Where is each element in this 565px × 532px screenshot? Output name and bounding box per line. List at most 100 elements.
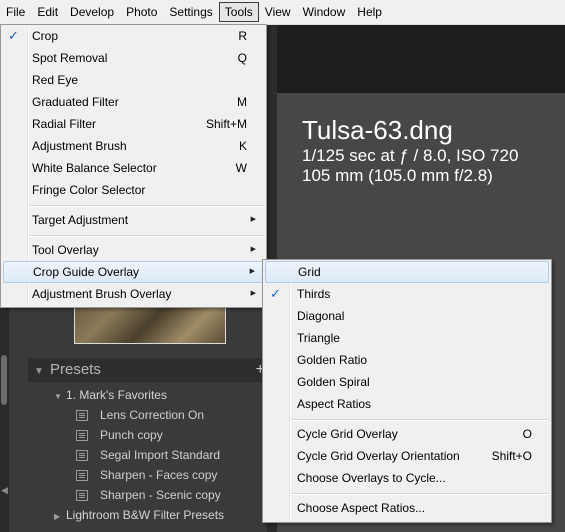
preset-label: Punch copy: [100, 428, 163, 442]
submenu-item-choose-aspect-ratios[interactable]: Choose Aspect Ratios...: [265, 497, 549, 519]
presets-expand-icon: ▼: [34, 366, 44, 377]
menu-separator: [291, 493, 549, 495]
preset-item[interactable]: Sharpen - Scenic copy: [28, 485, 267, 505]
menu-item-adjustment-brush[interactable]: Adjustment Brush K: [3, 135, 264, 157]
menu-item-shortcut: R: [238, 29, 247, 43]
menu-item-label: Thirds: [297, 287, 331, 301]
menu-item-shortcut: Shift+O: [491, 449, 532, 463]
menu-item-label: Cycle Grid Overlay Orientation: [297, 449, 460, 463]
preset-doc-icon: [76, 450, 88, 462]
preset-folder[interactable]: ▼ 1. Mark's Favorites: [28, 385, 267, 405]
submenu-item-choose-overlays-to-cycle[interactable]: Choose Overlays to Cycle...: [265, 467, 549, 489]
menu-window[interactable]: Window: [297, 2, 352, 22]
preset-folder-label: 1. Mark's Favorites: [66, 388, 167, 402]
menu-item-label: Golden Ratio: [297, 353, 368, 367]
preset-label: Segal Import Standard: [100, 448, 221, 462]
menu-item-label: Triangle: [297, 331, 340, 345]
submenu-arrow-icon: ▶: [249, 268, 255, 275]
menu-item-label: Adjustment Brush Overlay: [32, 287, 172, 301]
menu-item-label: Spot Removal: [32, 51, 108, 65]
menu-item-target-adjustment[interactable]: Target Adjustment ▶: [3, 209, 264, 231]
menu-item-label: Choose Aspect Ratios...: [297, 501, 426, 515]
menu-separator: [29, 235, 264, 237]
submenu-item-triangle[interactable]: Triangle: [265, 327, 549, 349]
menu-separator: [29, 205, 264, 207]
menu-separator: [291, 419, 549, 421]
menu-item-tool-overlay[interactable]: Tool Overlay ▶: [3, 239, 264, 261]
submenu-item-diagonal[interactable]: Diagonal: [265, 305, 549, 327]
menu-item-graduated-filter[interactable]: Graduated Filter M: [3, 91, 264, 113]
submenu-item-thirds[interactable]: ✓ Thirds: [265, 283, 549, 305]
menu-item-label: Graduated Filter: [32, 95, 119, 109]
check-icon: ✓: [270, 286, 281, 301]
submenu-item-golden-ratio[interactable]: Golden Ratio: [265, 349, 549, 371]
preset-item[interactable]: Lens Correction On: [28, 405, 267, 425]
preset-doc-icon: [76, 430, 88, 442]
submenu-item-grid[interactable]: Grid: [265, 261, 549, 283]
presets-panel-header[interactable]: ▼ Presets +: [28, 358, 267, 382]
menu-item-label: Fringe Color Selector: [32, 183, 146, 197]
preset-item[interactable]: Punch copy: [28, 425, 267, 445]
menu-file[interactable]: File: [0, 2, 31, 22]
menu-item-label: Grid: [298, 265, 321, 279]
preset-item[interactable]: Sharpen - Faces copy: [28, 465, 267, 485]
submenu-item-cycle-grid-overlay[interactable]: Cycle Grid Overlay O: [265, 423, 549, 445]
preset-folder-label: Lightroom B&W Filter Presets: [66, 508, 225, 522]
menu-edit[interactable]: Edit: [31, 2, 64, 22]
menu-item-radial-filter[interactable]: Radial Filter Shift+M: [3, 113, 264, 135]
preset-label: Lens Correction On: [100, 408, 205, 422]
menu-item-white-balance-selector[interactable]: White Balance Selector W: [3, 157, 264, 179]
navigator-thumbnail[interactable]: [74, 302, 226, 344]
menu-item-crop[interactable]: ✓ Crop R: [3, 25, 264, 47]
menu-item-label: Diagonal: [297, 309, 345, 323]
preset-item[interactable]: Segal Import Standard: [28, 445, 267, 465]
menu-item-label: Red Eye: [32, 73, 79, 87]
menu-item-label: Adjustment Brush: [32, 139, 127, 153]
menu-item-label: Cycle Grid Overlay: [297, 427, 398, 441]
menu-item-label: Golden Spiral: [297, 375, 370, 389]
menu-item-label: Tool Overlay: [32, 243, 99, 257]
menu-photo[interactable]: Photo: [120, 2, 163, 22]
photo-info-overlay: Tulsa-63.dng 1/125 sec at ƒ / 8.0, ISO 7…: [302, 114, 518, 186]
panel-collapse-icon[interactable]: ◀: [1, 485, 8, 496]
presets-title: Presets: [50, 361, 101, 378]
menu-develop[interactable]: Develop: [64, 2, 120, 22]
submenu-item-aspect-ratios[interactable]: Aspect Ratios: [265, 393, 549, 415]
photo-filename: Tulsa-63.dng: [302, 115, 453, 145]
submenu-arrow-icon: ▶: [250, 246, 256, 253]
preset-doc-icon: [76, 410, 88, 422]
menu-item-adjustment-brush-overlay[interactable]: Adjustment Brush Overlay ▶: [3, 283, 264, 305]
preset-label: Sharpen - Scenic copy: [100, 488, 221, 502]
menu-item-shortcut: O: [522, 427, 532, 441]
menu-item-label: Radial Filter: [32, 117, 97, 131]
submenu-item-golden-spiral[interactable]: Golden Spiral: [265, 371, 549, 393]
menu-item-label: Choose Overlays to Cycle...: [297, 471, 446, 485]
menu-view[interactable]: View: [259, 2, 297, 22]
folder-expanded-icon: ▼: [54, 392, 62, 401]
menu-item-label: Aspect Ratios: [297, 397, 372, 411]
menu-item-crop-guide-overlay[interactable]: Crop Guide Overlay ▶: [3, 261, 264, 283]
menu-help[interactable]: Help: [351, 2, 388, 22]
menu-item-shortcut: Shift+M: [205, 117, 247, 131]
preset-label: Sharpen - Faces copy: [100, 468, 218, 482]
menu-item-shortcut: M: [237, 95, 247, 109]
crop-guide-overlay-submenu: Grid ✓ Thirds Diagonal Triangle Golden R…: [262, 259, 552, 523]
menu-item-fringe-color-selector[interactable]: Fringe Color Selector: [3, 179, 264, 201]
menu-item-shortcut: W: [235, 161, 247, 175]
photo-lens-info: 105 mm (105.0 mm f/2.8): [302, 166, 493, 185]
check-icon: ✓: [8, 28, 19, 43]
left-panel-scrollbar[interactable]: [1, 355, 7, 405]
menu-settings[interactable]: Settings: [163, 2, 218, 22]
menu-tools[interactable]: Tools: [218, 2, 259, 22]
submenu-item-cycle-grid-overlay-orientation[interactable]: Cycle Grid Overlay Orientation Shift+O: [265, 445, 549, 467]
submenu-arrow-icon: ▶: [250, 290, 256, 297]
preset-folder[interactable]: ▶ Lightroom B&W Filter Presets: [28, 505, 267, 525]
menu-item-shortcut: Q: [237, 51, 247, 65]
menu-item-label: Crop Guide Overlay: [33, 265, 140, 279]
menu-item-label: Crop: [32, 29, 59, 43]
menu-item-red-eye[interactable]: Red Eye: [3, 69, 264, 91]
menu-item-label: Target Adjustment: [32, 213, 129, 227]
menu-item-spot-removal[interactable]: Spot Removal Q: [3, 47, 264, 69]
tools-dropdown-menu: ✓ Crop R Spot Removal Q Red Eye Graduate…: [0, 24, 267, 308]
menu-item-label: White Balance Selector: [32, 161, 157, 175]
